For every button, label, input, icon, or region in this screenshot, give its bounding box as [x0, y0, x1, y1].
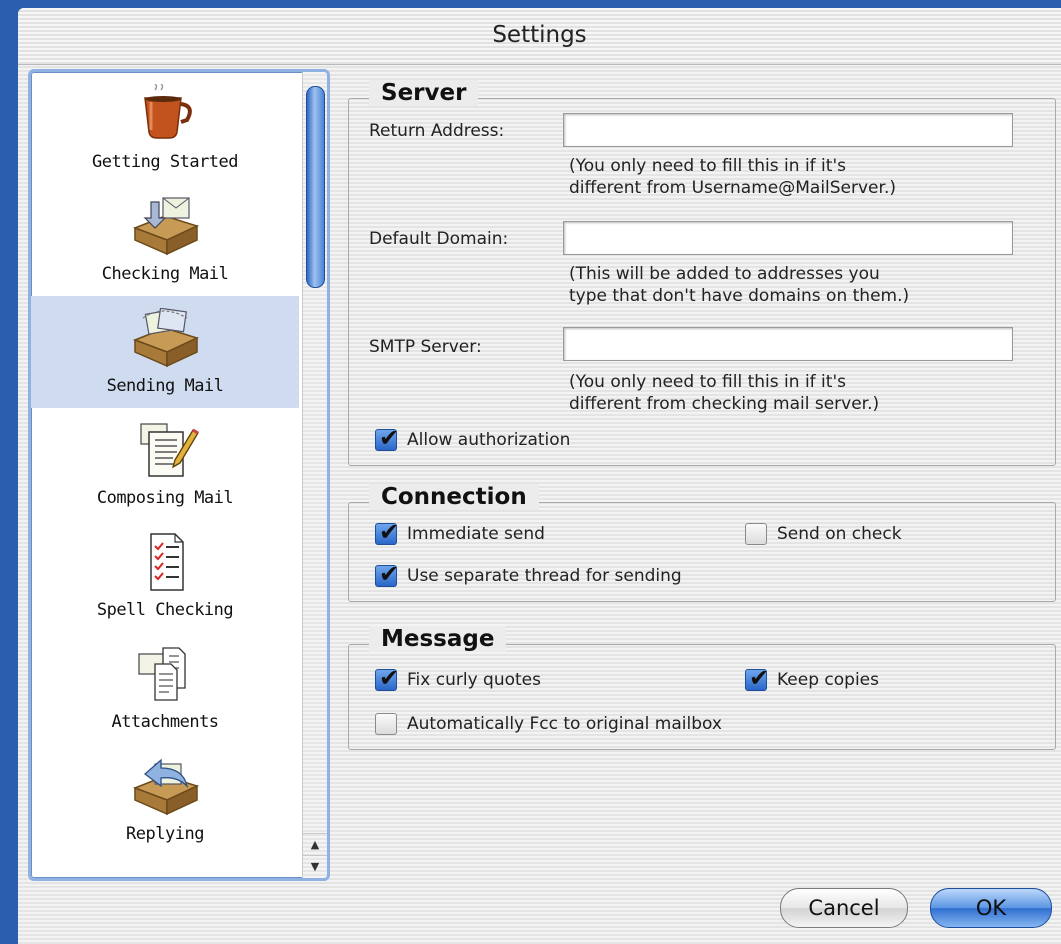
return-address-hint-line-1: (You only need to fill this in if it's [569, 156, 846, 176]
allow-authorization-checkbox[interactable]: Allow authorization [375, 424, 571, 452]
allow-authorization-label: Allow authorization [407, 430, 571, 450]
default-domain-label: Default Domain: [369, 229, 509, 249]
immediate-send-checkbox[interactable]: Immediate send [375, 518, 545, 546]
sidebar-item-spell-checking[interactable]: Spell Checking [31, 520, 299, 632]
smtp-server-label: SMTP Server: [369, 337, 482, 357]
smtp-server-hint-line-1: (You only need to fill this in if it's [569, 372, 846, 392]
send-on-check-checkbox[interactable]: Send on check [745, 523, 902, 545]
return-address-input[interactable] [563, 113, 1013, 147]
settings-window: Settings Getting Started Checking Mail S… [18, 8, 1061, 944]
checkbox-unchecked-icon[interactable] [375, 713, 397, 735]
checkbox-checked-icon[interactable] [375, 560, 399, 588]
sidebar-item-getting-started[interactable]: Getting Started [31, 72, 299, 184]
message-group-title: Message [369, 626, 507, 652]
checkbox-unchecked-icon[interactable] [745, 523, 767, 545]
return-address-label: Return Address: [369, 121, 505, 141]
window-title: Settings [492, 22, 587, 48]
mail-tray-out-icon [125, 307, 205, 368]
scroll-thumb[interactable] [306, 86, 325, 288]
reply-tray-icon [125, 756, 205, 816]
sidebar-item-label: Composing Mail [96, 488, 234, 508]
coffee-cup-icon [125, 83, 205, 144]
fix-curly-quotes-checkbox[interactable]: Fix curly quotes [375, 664, 541, 692]
sidebar-item-replying[interactable]: Replying [31, 744, 299, 856]
default-domain-input[interactable] [563, 221, 1013, 255]
title-bar[interactable]: Settings [18, 8, 1061, 65]
mail-tray-in-icon [125, 196, 205, 256]
fix-curly-quotes-label: Fix curly quotes [407, 670, 541, 690]
sidebar-item-composing-mail[interactable]: Composing Mail [31, 408, 299, 520]
checklist-icon [125, 532, 205, 592]
server-group-title: Server [369, 80, 479, 106]
sidebar-item-label: Sending Mail [106, 376, 224, 396]
sidebar-item-label: Checking Mail [101, 264, 229, 284]
sidebar-item-label: Attachments [111, 712, 219, 732]
document-pencil-icon [125, 420, 205, 480]
scroll-down-arrow-icon[interactable]: ▼ [303, 855, 327, 878]
send-on-check-label: Send on check [777, 524, 902, 544]
connection-group: Connection Immediate send Send on check … [348, 484, 1056, 602]
default-domain-hint-line-2: type that don't have domains on them.) [569, 286, 910, 306]
keep-copies-checkbox[interactable]: Keep copies [745, 664, 879, 692]
sidebar-item-sending-mail[interactable]: Sending Mail [31, 296, 299, 408]
default-domain-hint-line-1: (This will be added to addresses you [569, 264, 880, 284]
attachment-pages-icon [125, 644, 205, 704]
checkbox-checked-icon[interactable] [375, 518, 399, 546]
sidebar-item-label: Replying [126, 824, 204, 844]
cancel-button[interactable]: Cancel [780, 888, 908, 928]
smtp-server-hint-line-2: different from checking mail server.) [569, 394, 880, 414]
sidebar-item-attachments[interactable]: Attachments [31, 632, 299, 744]
server-group: Server Return Address: (You only need to… [348, 80, 1056, 466]
checkbox-checked-icon[interactable] [375, 664, 399, 692]
return-address-hint-line-2: different from Username@MailServer.) [569, 178, 896, 198]
checkbox-checked-icon[interactable] [745, 664, 769, 692]
ok-button[interactable]: OK [930, 888, 1052, 928]
sidebar-item-label: Getting Started [91, 152, 239, 172]
sidebar-item-checking-mail[interactable]: Checking Mail [31, 184, 299, 296]
immediate-send-label: Immediate send [407, 524, 545, 544]
auto-fcc-label: Automatically Fcc to original mailbox [407, 714, 722, 734]
keep-copies-label: Keep copies [777, 670, 879, 690]
connection-group-title: Connection [369, 484, 539, 510]
smtp-server-input[interactable] [563, 327, 1013, 361]
checkbox-checked-icon[interactable] [375, 424, 399, 452]
sidebar-scrollbar[interactable]: ▲ ▼ [302, 72, 327, 878]
separate-thread-label: Use separate thread for sending [407, 566, 682, 586]
settings-category-list[interactable]: Getting Started Checking Mail Sending Ma… [28, 69, 330, 881]
auto-fcc-checkbox[interactable]: Automatically Fcc to original mailbox [375, 713, 722, 735]
sidebar-item-label: Spell Checking [96, 600, 234, 620]
scroll-up-arrow-icon[interactable]: ▲ [303, 833, 327, 856]
separate-thread-checkbox[interactable]: Use separate thread for sending [375, 560, 682, 588]
message-group: Message Fix curly quotes Keep copies Aut… [348, 626, 1056, 750]
